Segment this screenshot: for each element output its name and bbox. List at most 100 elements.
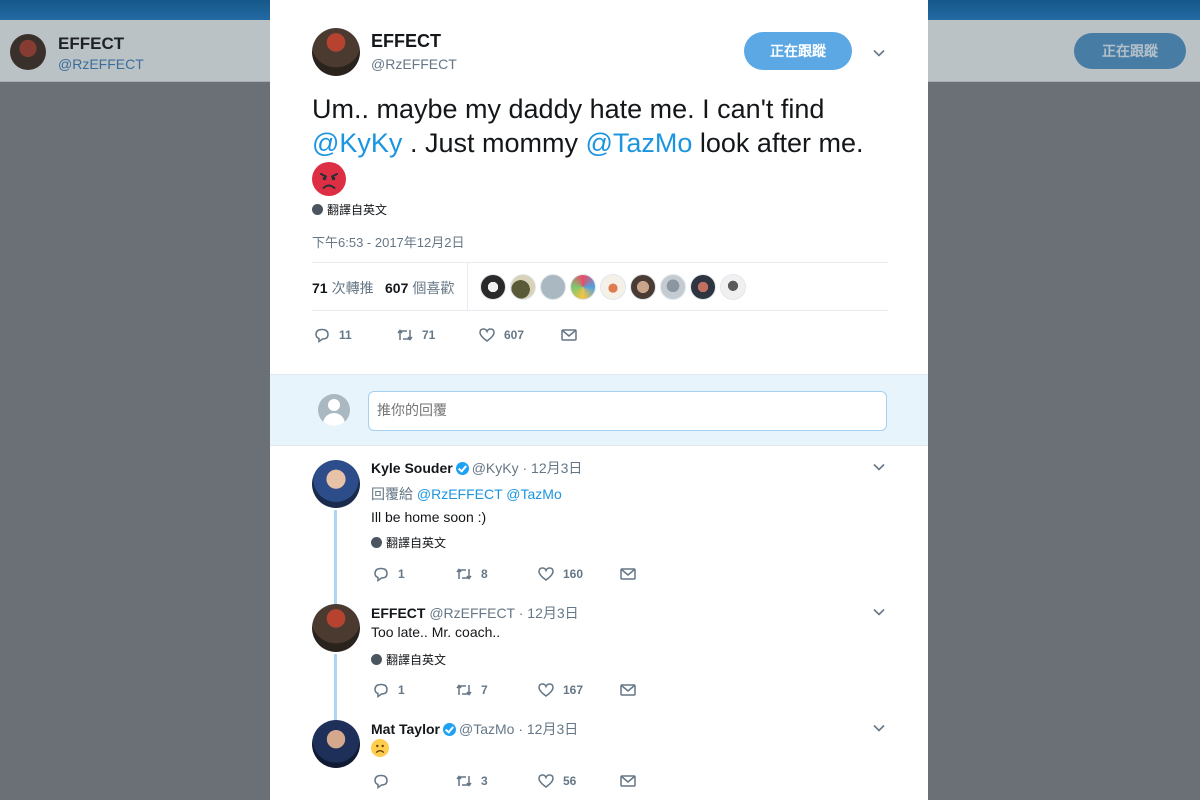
author-name[interactable]: Kyle Souder [371,460,453,476]
retweet-count-stat[interactable]: 71 次轉推 [312,278,374,298]
verified-badge-icon [442,723,456,736]
globe-icon [312,204,323,215]
direct-message-button[interactable] [619,565,637,583]
tweet-modal: EFFECT @RzEFFECT 正在跟蹤 Um.. maybe my dadd… [270,0,928,800]
reply-icon [313,326,331,344]
author-name[interactable]: EFFECT [371,31,441,52]
like-button[interactable]: 167 [537,681,619,699]
reply-date[interactable]: · 12月3日 [519,605,579,621]
reply-input[interactable] [368,391,887,431]
reply-button[interactable]: 1 [372,565,455,583]
angry-face-icon [312,162,346,196]
tweet-text-part: . Just mommy [402,128,586,158]
reply-header: Mat Taylor @TazMo · 12月3日 [371,719,578,739]
avatar[interactable] [312,604,360,652]
avatar[interactable] [630,274,656,300]
translate-link[interactable]: 翻譯自英文 [371,534,446,551]
retweet-count: 3 [481,774,488,788]
chevron-down-icon[interactable] [872,46,886,60]
following-button[interactable]: 正在跟蹤 [744,32,852,70]
reply-text: Too late.. Mr. coach.. [371,624,501,640]
avatar[interactable] [510,274,536,300]
like-button[interactable]: 56 [537,772,619,790]
reply-actions: 1 7 167 [372,680,637,700]
retweet-icon [396,326,414,344]
like-count: 167 [563,683,584,697]
direct-message-button[interactable] [619,681,637,699]
tweet-text-part: look after me. [692,128,864,158]
avatar[interactable] [312,28,360,76]
verified-badge-icon [455,462,469,475]
like-button[interactable]: 607 [478,326,560,344]
reply-date[interactable]: · 12月3日 [518,721,578,737]
reply-icon [372,681,390,699]
reply-tweet[interactable]: Mat Taylor @TazMo · 12月3日 3 56 [270,710,928,800]
avatar[interactable] [312,720,360,768]
retweet-button[interactable]: 71 [396,326,478,344]
reply-text: Ill be home soon :) [371,509,487,525]
chevron-down-icon[interactable] [872,721,886,735]
avatar[interactable] [312,460,360,508]
reply-tweet[interactable]: Kyle Souder @KyKy · 12月3日 回覆給 @RzEFFECT @… [270,446,928,594]
retweet-button[interactable]: 7 [455,681,537,699]
retweet-icon [455,565,473,583]
avatar[interactable] [720,274,746,300]
reply-button[interactable]: 1 [372,681,455,699]
heart-icon [537,565,555,583]
retweet-count: 8 [481,567,488,581]
reply-to-line: 回覆給 @RzEFFECT @TazMo [371,484,562,504]
mention-link[interactable]: @RzEFFECT @TazMo [417,486,562,502]
reply-count: 1 [398,567,405,581]
translate-label: 翻譯自英文 [386,536,447,550]
like-count: 56 [563,774,577,788]
translate-link[interactable]: 翻譯自英文 [371,651,446,668]
tweet-timestamp[interactable]: 下午6:53 - 2017年12月2日 [312,232,464,251]
envelope-icon [619,681,637,699]
chevron-down-icon[interactable] [872,460,886,474]
chevron-down-icon[interactable] [872,605,886,619]
reply-tweet[interactable]: EFFECT @RzEFFECT · 12月3日 Too late.. Mr. … [270,594,928,710]
reply-actions: 1 8 160 [372,564,637,584]
tweet-actions: 11 71 607 [313,325,578,345]
reply-date[interactable]: · 12月3日 [522,460,582,476]
like-count: 607 [385,280,409,296]
retweet-button[interactable]: 8 [455,565,537,583]
tweet-stats: 71 次轉推 607 個喜歡 [312,262,888,311]
like-button[interactable]: 160 [537,565,619,583]
tweet-text: Um.. maybe my daddy hate me. I can't fin… [312,92,892,198]
author-handle[interactable]: @RzEFFECT [371,56,457,72]
avatar[interactable] [540,274,566,300]
mention-link[interactable]: @KyKy [312,128,402,158]
reply-to-label: 回覆給 [371,486,413,502]
direct-message-button[interactable] [619,772,637,790]
avatar [318,394,350,426]
avatar[interactable] [570,274,596,300]
thread-line [334,510,337,594]
avatar[interactable] [660,274,686,300]
reply-icon [372,772,390,790]
frowning-face-icon [371,739,389,757]
avatar[interactable] [600,274,626,300]
reply-text [371,739,389,757]
globe-icon [371,537,382,548]
retweet-count-label: 次轉推 [331,280,374,296]
retweet-button[interactable]: 3 [455,772,537,790]
author-handle[interactable]: @KyKy [472,460,519,476]
reply-button[interactable] [372,772,455,790]
envelope-icon [560,326,578,344]
author-name[interactable]: Mat Taylor [371,721,440,737]
reply-header: Kyle Souder @KyKy · 12月3日 [371,458,582,478]
reply-header: EFFECT @RzEFFECT · 12月3日 [371,603,579,623]
author-handle[interactable]: @TazMo [459,721,514,737]
translate-link[interactable]: 翻譯自英文 [312,201,387,218]
tweet-header: EFFECT @RzEFFECT 正在跟蹤 [312,28,888,78]
author-name[interactable]: EFFECT [371,605,425,621]
avatar[interactable] [480,274,506,300]
avatar[interactable] [690,274,716,300]
reply-count: 11 [339,328,352,342]
reply-button[interactable]: 11 [313,326,396,344]
like-count-stat[interactable]: 607 個喜歡 [385,278,454,298]
author-handle[interactable]: @RzEFFECT [429,605,515,621]
direct-message-button[interactable] [560,326,578,344]
mention-link[interactable]: @TazMo [585,128,692,158]
